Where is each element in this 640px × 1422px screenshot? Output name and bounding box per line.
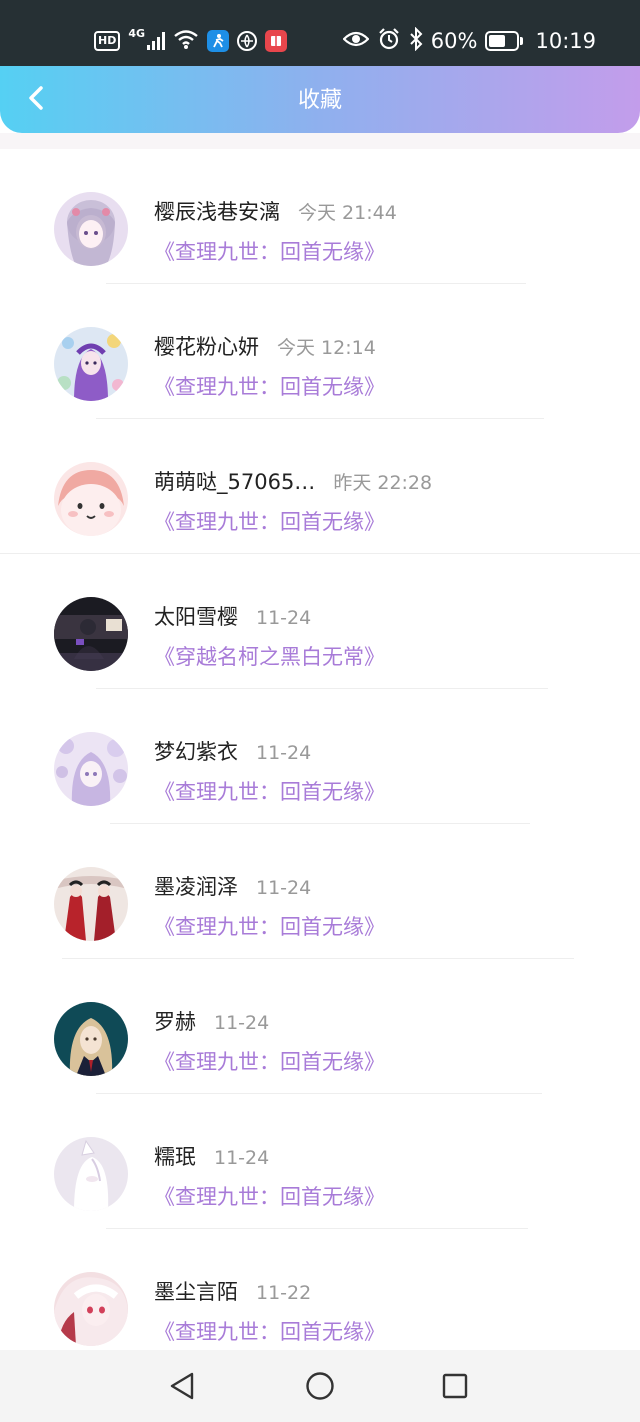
- list-item[interactable]: 墨凌润泽 11-24 《查理九世：回首无缘》: [0, 824, 640, 959]
- work-title[interactable]: 《查理九世：回首无缘》: [154, 1316, 385, 1346]
- favorites-list: 樱辰浅巷安漓 今天 21:44 《查理九世：回首无缘》 樱花粉心妍 今天 12:…: [0, 149, 640, 1364]
- work-title[interactable]: 《查理九世：回首无缘》: [154, 236, 385, 266]
- nav-home-button[interactable]: [302, 1368, 338, 1404]
- timestamp: 今天 12:14: [277, 337, 376, 359]
- hd-icon: HD: [94, 31, 121, 51]
- work-title[interactable]: 《查理九世：回首无缘》: [154, 1181, 385, 1211]
- avatar[interactable]: [54, 1272, 128, 1346]
- eye-icon: [342, 29, 370, 53]
- timestamp: 11-24: [214, 1012, 270, 1034]
- timestamp: 昨天 22:28: [333, 472, 433, 494]
- list-item[interactable]: 樱辰浅巷安漓 今天 21:44 《查理九世：回首无缘》: [0, 149, 640, 284]
- work-title[interactable]: 《查理九世：回首无缘》: [154, 776, 385, 806]
- avatar[interactable]: [54, 597, 128, 671]
- avatar[interactable]: [54, 1137, 128, 1211]
- red-app-icon: [265, 30, 288, 52]
- blue-app-icon: [207, 30, 230, 52]
- avatar[interactable]: [54, 462, 128, 536]
- timestamp: 11-24: [256, 742, 312, 764]
- list-item[interactable]: 墨尘言陌 11-22 《查理九世：回首无缘》: [0, 1229, 640, 1364]
- nav-back-button[interactable]: [164, 1368, 200, 1404]
- wifi-icon: [173, 28, 199, 54]
- home-circle-icon: [306, 1372, 334, 1400]
- list-item[interactable]: 梦幻紫衣 11-24 《查理九世：回首无缘》: [0, 689, 640, 824]
- back-triangle-icon: [170, 1372, 194, 1400]
- work-title[interactable]: 《穿越名柯之黑白无常》: [154, 641, 385, 671]
- work-title[interactable]: 《查理九世：回首无缘》: [154, 371, 385, 401]
- clock: 10:19: [535, 29, 596, 53]
- user-name: 罗赫: [154, 1010, 196, 1034]
- bluetooth-icon: [409, 26, 423, 56]
- timestamp: 11-24: [256, 607, 312, 629]
- list-item[interactable]: 樱花粉心妍 今天 12:14 《查理九世：回首无缘》: [0, 284, 640, 419]
- user-name: 樱花粉心妍: [154, 335, 259, 359]
- avatar[interactable]: [54, 1002, 128, 1076]
- list-item[interactable]: 罗赫 11-24 《查理九世：回首无缘》: [0, 959, 640, 1094]
- work-title[interactable]: 《查理九世：回首无缘》: [154, 911, 385, 941]
- user-name: 萌萌哒_57065…: [154, 470, 316, 494]
- user-name: 糯珉: [154, 1145, 196, 1169]
- system-nav-bar: [0, 1350, 640, 1422]
- user-name: 樱辰浅巷安漓: [154, 200, 280, 224]
- user-name: 墨尘言陌: [154, 1280, 238, 1304]
- list-item[interactable]: 糯珉 11-24 《查理九世：回首无缘》: [0, 1094, 640, 1229]
- network-type: 4G: [128, 26, 146, 40]
- avatar[interactable]: [54, 867, 128, 941]
- work-title[interactable]: 《查理九世：回首无缘》: [154, 506, 385, 536]
- avatar[interactable]: [54, 327, 128, 401]
- user-name: 梦幻紫衣: [154, 740, 238, 764]
- recents-square-icon: [442, 1373, 468, 1399]
- ball-app-icon: [237, 31, 258, 51]
- timestamp: 11-24: [256, 877, 312, 899]
- timestamp: 11-24: [214, 1147, 270, 1169]
- user-name: 太阳雪樱: [154, 605, 238, 629]
- signal-icon: [147, 32, 166, 50]
- timestamp: 今天 21:44: [298, 202, 397, 224]
- status-right-icons: 60% 10:19: [342, 26, 596, 56]
- avatar[interactable]: [54, 732, 128, 806]
- header-bar: 收藏: [0, 66, 640, 133]
- list-item[interactable]: 太阳雪樱 11-24 《穿越名柯之黑白无常》: [0, 554, 640, 689]
- page-title: 收藏: [297, 88, 342, 113]
- alarm-icon: [377, 27, 401, 56]
- nav-recents-button[interactable]: [437, 1368, 473, 1404]
- timestamp: 11-22: [256, 1282, 312, 1304]
- battery-percent: 60%: [430, 29, 478, 53]
- battery-icon: [485, 31, 524, 51]
- list-item[interactable]: 萌萌哒_57065… 昨天 22:28 《查理九世：回首无缘》: [0, 419, 640, 554]
- work-title[interactable]: 《查理九世：回首无缘》: [154, 1046, 385, 1076]
- user-name: 墨凌润泽: [154, 875, 238, 899]
- status-left-icons: HD 4G: [94, 26, 288, 56]
- header-separator: [0, 133, 640, 149]
- avatar[interactable]: [54, 192, 128, 266]
